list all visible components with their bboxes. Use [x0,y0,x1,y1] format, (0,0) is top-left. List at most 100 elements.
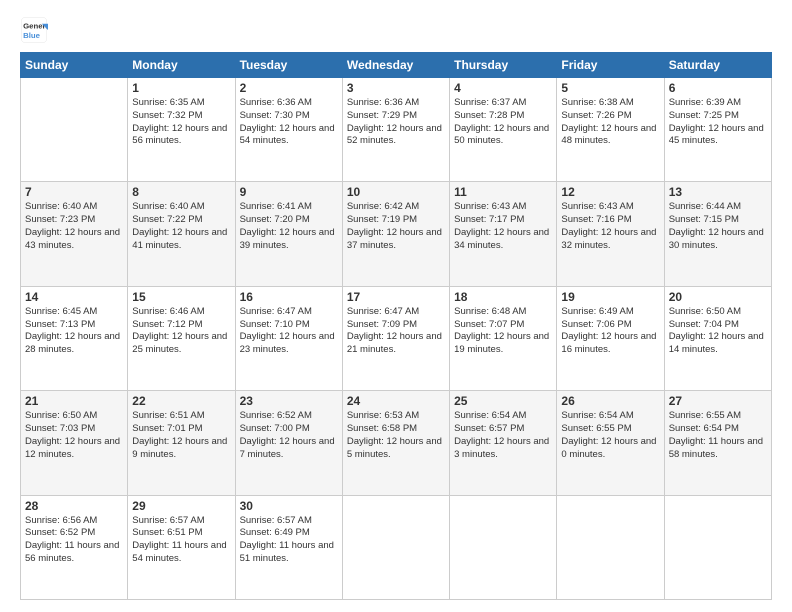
day-number: 7 [25,185,123,199]
day-cell: 10 Sunrise: 6:42 AMSunset: 7:19 PMDayligh… [342,182,449,286]
header: General Blue [20,16,772,44]
day-number: 9 [240,185,338,199]
day-number: 6 [669,81,767,95]
day-number: 29 [132,499,230,513]
day-number: 12 [561,185,659,199]
day-cell: 16 Sunrise: 6:47 AMSunset: 7:10 PMDayligh… [235,286,342,390]
day-number: 28 [25,499,123,513]
day-info: Sunrise: 6:46 AMSunset: 7:12 PMDaylight:… [132,306,230,357]
week-row-5: 28 Sunrise: 6:56 AMSunset: 6:52 PMDayligh… [21,495,772,599]
page: General Blue SundayMondayTuesdayWednesda… [0,0,792,612]
day-info: Sunrise: 6:40 AMSunset: 7:23 PMDaylight:… [25,201,123,252]
day-number: 19 [561,290,659,304]
day-info: Sunrise: 6:44 AMSunset: 7:15 PMDaylight:… [669,201,767,252]
weekday-header-friday: Friday [557,53,664,78]
day-cell: 7 Sunrise: 6:40 AMSunset: 7:23 PMDaylight… [21,182,128,286]
day-info: Sunrise: 6:38 AMSunset: 7:26 PMDaylight:… [561,97,659,148]
day-number: 13 [669,185,767,199]
day-number: 2 [240,81,338,95]
day-cell: 3 Sunrise: 6:36 AMSunset: 7:29 PMDaylight… [342,78,449,182]
day-info: Sunrise: 6:40 AMSunset: 7:22 PMDaylight:… [132,201,230,252]
calendar-table: SundayMondayTuesdayWednesdayThursdayFrid… [20,52,772,600]
day-info: Sunrise: 6:42 AMSunset: 7:19 PMDaylight:… [347,201,445,252]
day-info: Sunrise: 6:54 AMSunset: 6:55 PMDaylight:… [561,410,659,461]
day-cell: 12 Sunrise: 6:43 AMSunset: 7:16 PMDayligh… [557,182,664,286]
day-number: 4 [454,81,552,95]
day-cell: 24 Sunrise: 6:53 AMSunset: 6:58 PMDayligh… [342,391,449,495]
day-info: Sunrise: 6:50 AMSunset: 7:03 PMDaylight:… [25,410,123,461]
day-info: Sunrise: 6:36 AMSunset: 7:29 PMDaylight:… [347,97,445,148]
day-cell: 9 Sunrise: 6:41 AMSunset: 7:20 PMDaylight… [235,182,342,286]
day-number: 10 [347,185,445,199]
day-info: Sunrise: 6:35 AMSunset: 7:32 PMDaylight:… [132,97,230,148]
day-number: 25 [454,394,552,408]
day-cell: 17Sunrise: 6:47 AMSunset: 7:09 PMDayligh… [342,286,449,390]
day-number: 5 [561,81,659,95]
day-cell: 25 Sunrise: 6:54 AMSunset: 6:57 PMDayligh… [450,391,557,495]
weekday-header-saturday: Saturday [664,53,771,78]
day-cell: 30 Sunrise: 6:57 AMSunset: 6:49 PMDayligh… [235,495,342,599]
day-number: 30 [240,499,338,513]
week-row-4: 21 Sunrise: 6:50 AMSunset: 7:03 PMDayligh… [21,391,772,495]
day-info: Sunrise: 6:56 AMSunset: 6:52 PMDaylight:… [25,515,123,566]
day-number: 26 [561,394,659,408]
day-cell: 6Sunrise: 6:39 AMSunset: 7:25 PMDaylight… [664,78,771,182]
day-cell: 5 Sunrise: 6:38 AMSunset: 7:26 PMDaylight… [557,78,664,182]
day-number: 15 [132,290,230,304]
day-info: Sunrise: 6:36 AMSunset: 7:30 PMDaylight:… [240,97,338,148]
day-info: Sunrise: 6:43 AMSunset: 7:16 PMDaylight:… [561,201,659,252]
day-info: Sunrise: 6:50 AMSunset: 7:04 PMDaylight:… [669,306,767,357]
day-cell: 23 Sunrise: 6:52 AMSunset: 7:00 PMDayligh… [235,391,342,495]
day-info: Sunrise: 6:52 AMSunset: 7:00 PMDaylight:… [240,410,338,461]
day-number: 21 [25,394,123,408]
day-cell: 11 Sunrise: 6:43 AMSunset: 7:17 PMDayligh… [450,182,557,286]
weekday-header-wednesday: Wednesday [342,53,449,78]
day-cell [342,495,449,599]
day-cell [664,495,771,599]
day-info: Sunrise: 6:53 AMSunset: 6:58 PMDaylight:… [347,410,445,461]
day-info: Sunrise: 6:41 AMSunset: 7:20 PMDaylight:… [240,201,338,252]
day-info: Sunrise: 6:37 AMSunset: 7:28 PMDaylight:… [454,97,552,148]
day-number: 20 [669,290,767,304]
day-info: Sunrise: 6:57 AMSunset: 6:49 PMDaylight:… [240,515,338,566]
day-info: Sunrise: 6:54 AMSunset: 6:57 PMDaylight:… [454,410,552,461]
day-info: Sunrise: 6:48 AMSunset: 7:07 PMDaylight:… [454,306,552,357]
day-cell: 27 Sunrise: 6:55 AMSunset: 6:54 PMDayligh… [664,391,771,495]
day-cell: 26 Sunrise: 6:54 AMSunset: 6:55 PMDayligh… [557,391,664,495]
day-cell: 28 Sunrise: 6:56 AMSunset: 6:52 PMDayligh… [21,495,128,599]
day-cell [557,495,664,599]
day-info: Sunrise: 6:47 AMSunset: 7:10 PMDaylight:… [240,306,338,357]
day-cell: 13 Sunrise: 6:44 AMSunset: 7:15 PMDayligh… [664,182,771,286]
logo: General Blue [20,16,48,44]
day-cell: 8 Sunrise: 6:40 AMSunset: 7:22 PMDaylight… [128,182,235,286]
day-cell: 29 Sunrise: 6:57 AMSunset: 6:51 PMDayligh… [128,495,235,599]
day-cell: 2 Sunrise: 6:36 AMSunset: 7:30 PMDaylight… [235,78,342,182]
day-number: 14 [25,290,123,304]
day-number: 3 [347,81,445,95]
day-number: 23 [240,394,338,408]
day-number: 16 [240,290,338,304]
day-cell: 21 Sunrise: 6:50 AMSunset: 7:03 PMDayligh… [21,391,128,495]
weekday-header-row: SundayMondayTuesdayWednesdayThursdayFrid… [21,53,772,78]
day-info: Sunrise: 6:55 AMSunset: 6:54 PMDaylight:… [669,410,767,461]
week-row-1: 1 Sunrise: 6:35 AMSunset: 7:32 PMDaylight… [21,78,772,182]
day-cell: 18Sunrise: 6:48 AMSunset: 7:07 PMDayligh… [450,286,557,390]
day-info: Sunrise: 6:49 AMSunset: 7:06 PMDaylight:… [561,306,659,357]
day-info: Sunrise: 6:43 AMSunset: 7:17 PMDaylight:… [454,201,552,252]
day-cell [450,495,557,599]
day-number: 11 [454,185,552,199]
day-cell: 14 Sunrise: 6:45 AMSunset: 7:13 PMDayligh… [21,286,128,390]
day-info: Sunrise: 6:47 AMSunset: 7:09 PMDaylight:… [347,306,445,357]
day-info: Sunrise: 6:51 AMSunset: 7:01 PMDaylight:… [132,410,230,461]
day-number: 27 [669,394,767,408]
day-info: Sunrise: 6:57 AMSunset: 6:51 PMDaylight:… [132,515,230,566]
week-row-3: 14 Sunrise: 6:45 AMSunset: 7:13 PMDayligh… [21,286,772,390]
day-number: 24 [347,394,445,408]
day-info: Sunrise: 6:45 AMSunset: 7:13 PMDaylight:… [25,306,123,357]
day-cell: 4 Sunrise: 6:37 AMSunset: 7:28 PMDaylight… [450,78,557,182]
weekday-header-monday: Monday [128,53,235,78]
day-cell [21,78,128,182]
day-cell: 1 Sunrise: 6:35 AMSunset: 7:32 PMDaylight… [128,78,235,182]
day-number: 1 [132,81,230,95]
day-number: 8 [132,185,230,199]
